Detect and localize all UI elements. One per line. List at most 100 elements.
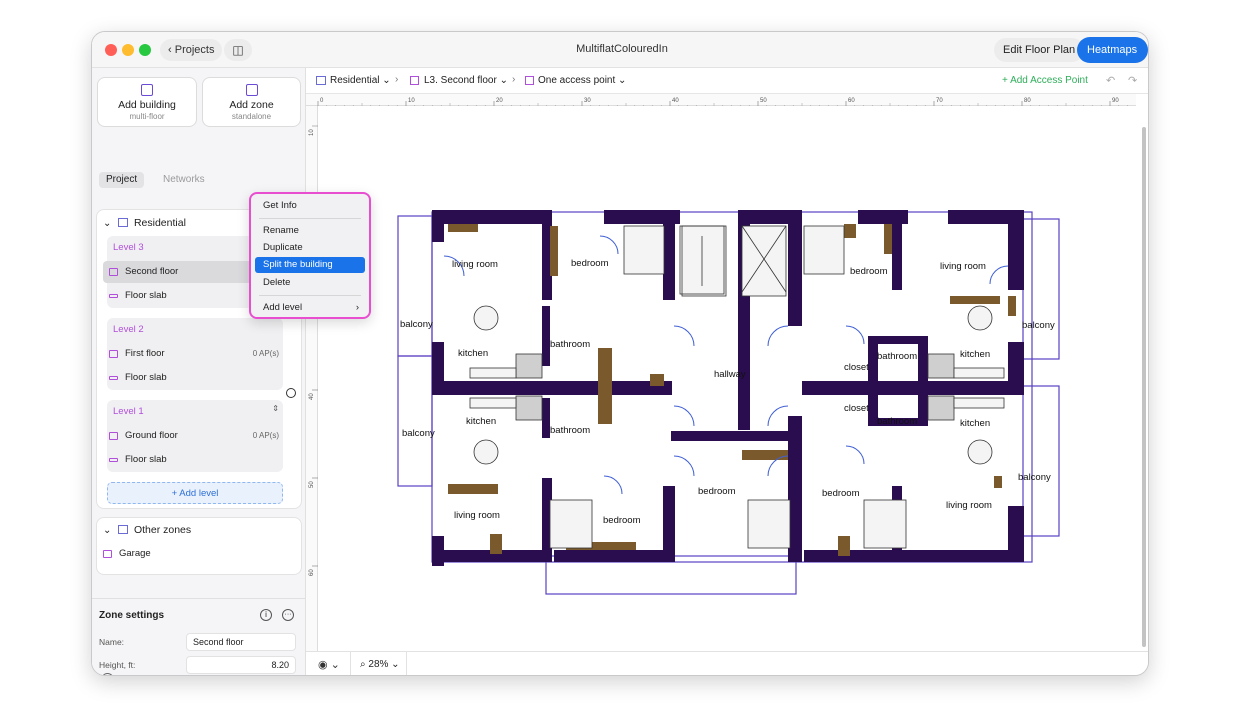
level-2-group: Level 2 First floor 0 AP(s) Floor slab (107, 318, 283, 390)
eye-icon: ◉ (318, 659, 328, 671)
title-bar: ‹ Projects ◫ MultiflatColouredIn Edit Fl… (92, 32, 1148, 82)
projects-back-button[interactable]: ‹ Projects (160, 39, 223, 61)
level-title: Level 3 (113, 242, 144, 253)
building-header[interactable]: ⌄ Residential (103, 217, 186, 229)
menu-item-get-info[interactable]: Get Info (255, 198, 365, 214)
level-title: Level 1 (113, 406, 144, 417)
breadcrumb: Residential ⌄ › L3. Second floor ⌄ › One… (306, 68, 1148, 94)
zone-icon (103, 550, 112, 558)
balcony-outline (1022, 218, 1060, 360)
context-menu: Get Info Rename Duplicate Split the buil… (249, 192, 371, 319)
tab-networks[interactable]: Networks (156, 172, 212, 188)
sidebar-toggle-button[interactable]: ◫ (224, 39, 252, 61)
minimize-window-button[interactable] (122, 44, 134, 56)
reorder-icon[interactable]: ⇕ (272, 404, 279, 413)
vertical-scrollbar[interactable] (1142, 127, 1146, 647)
room-label: bedroom (603, 515, 641, 526)
menu-separator (259, 218, 361, 219)
add-zone-button[interactable]: Add zone standalone (202, 77, 301, 127)
breadcrumb-level[interactable]: L3. Second floor ⌄ (424, 75, 508, 86)
visibility-toggle[interactable]: ◉ ⌄ (318, 658, 340, 671)
floor-icon (109, 432, 118, 440)
redo-icon[interactable]: ↷ (1128, 74, 1137, 87)
target-icon[interactable] (286, 388, 296, 398)
level-floor-item[interactable]: Ground floor 0 AP(s) (103, 425, 283, 447)
ruler-top: 0 10 20 30 40 50 60 70 80 90 (306, 94, 1136, 107)
undo-icon[interactable]: ↶ (1106, 74, 1115, 87)
breadcrumb-ap-filter[interactable]: One access point ⌄ (538, 75, 626, 86)
zone-icon (245, 84, 258, 96)
other-zones-header[interactable]: ⌄ Other zones (103, 524, 191, 536)
menu-item-add-level[interactable]: Add level › (255, 300, 365, 316)
name-label: Name: (99, 637, 125, 647)
level-floor-item[interactable]: First floor 0 AP(s) (103, 343, 283, 365)
height-field[interactable]: 8.20 (186, 656, 296, 674)
ruler-tick-label: 60 (309, 569, 315, 576)
chevron-right-icon: › (355, 302, 359, 313)
room-label: bathroom (877, 351, 917, 362)
breadcrumb-building[interactable]: Residential ⌄ (330, 75, 391, 86)
other-zones-group: ⌄ Other zones Garage (96, 517, 302, 575)
balcony-outline (397, 215, 433, 357)
building-icon (118, 218, 129, 227)
ruler-tick-label: 80 (1024, 98, 1031, 104)
room-label: balcony (1022, 320, 1055, 331)
level-slab-item[interactable]: Floor slab (103, 449, 273, 471)
ruler-tick-label: 30 (584, 98, 591, 104)
zoom-control[interactable]: ⌕ 28% ⌄ (360, 659, 400, 670)
more-options-icon[interactable]: ··· (282, 609, 294, 621)
heatmaps-button[interactable]: Heatmaps › (1077, 37, 1148, 82)
ruler-tick-label: 40 (672, 98, 679, 104)
chevron-down-icon: ⌄ (103, 218, 112, 229)
zone-item-garage[interactable]: Garage (97, 543, 267, 565)
add-building-button[interactable]: Add building multi-floor (97, 77, 197, 127)
tab-project[interactable]: Project (99, 172, 145, 188)
room-label: bathroom (877, 416, 917, 427)
room-label: bathroom (550, 339, 590, 350)
walls (432, 210, 1024, 566)
app-window: ‹ Projects ◫ MultiflatColouredIn Edit Fl… (91, 31, 1149, 676)
level-1-group: Level 1 ⇕ Ground floor 0 AP(s) Floor sla… (107, 400, 283, 472)
name-field[interactable]: Second floor (186, 633, 296, 651)
floor-plan-canvas[interactable]: living room bedroom bedroom living room … (318, 106, 1136, 651)
room-label: living room (452, 259, 498, 270)
access-point-icon (525, 76, 534, 85)
level-slab-item[interactable]: Floor slab (103, 285, 273, 307)
zoom-window-button[interactable] (139, 44, 151, 56)
menu-item-rename[interactable]: Rename (255, 223, 365, 239)
room-label: living room (940, 261, 986, 272)
ruler-left-ticks: 102030405060 (309, 125, 318, 576)
room-label: balcony (402, 428, 435, 439)
info-icon[interactable]: i (260, 609, 272, 621)
menu-separator (259, 295, 361, 296)
close-window-button[interactable] (105, 44, 117, 56)
menu-item-delete[interactable]: Delete (255, 275, 365, 291)
room-label: bathroom (550, 425, 590, 436)
room-label: bedroom (698, 486, 736, 497)
edit-floor-plan-button[interactable]: Edit Floor Plan (994, 38, 1085, 62)
sidebar-icon: ◫ (232, 43, 244, 57)
level-title: Level 2 (113, 324, 144, 335)
room-label: kitchen (960, 349, 990, 360)
chevron-down-icon: ⌄ (103, 525, 112, 536)
divider (350, 652, 351, 675)
room-label: living room (454, 510, 500, 521)
ruler-tick-label: 50 (309, 481, 315, 488)
ruler-tick-label: 70 (936, 98, 943, 104)
room-label: balcony (1018, 472, 1051, 483)
slab-icon (109, 294, 118, 298)
floor-icon (109, 268, 118, 276)
building-icon (141, 84, 153, 96)
room-label: kitchen (960, 418, 990, 429)
room-label: kitchen (458, 348, 488, 359)
slab-icon (109, 376, 118, 380)
menu-item-duplicate[interactable]: Duplicate (255, 240, 365, 256)
add-access-point-button[interactable]: + Add Access Point (1002, 75, 1088, 86)
level-slab-item[interactable]: Floor slab (103, 367, 273, 389)
ruler-tick-label: 0 (320, 98, 324, 104)
add-level-button[interactable]: + Add level (107, 482, 283, 504)
zones-icon (118, 525, 129, 534)
menu-item-split-building[interactable]: Split the building (255, 257, 365, 273)
ruler-tick-label: 40 (309, 393, 315, 400)
room-label: balcony (400, 319, 433, 330)
